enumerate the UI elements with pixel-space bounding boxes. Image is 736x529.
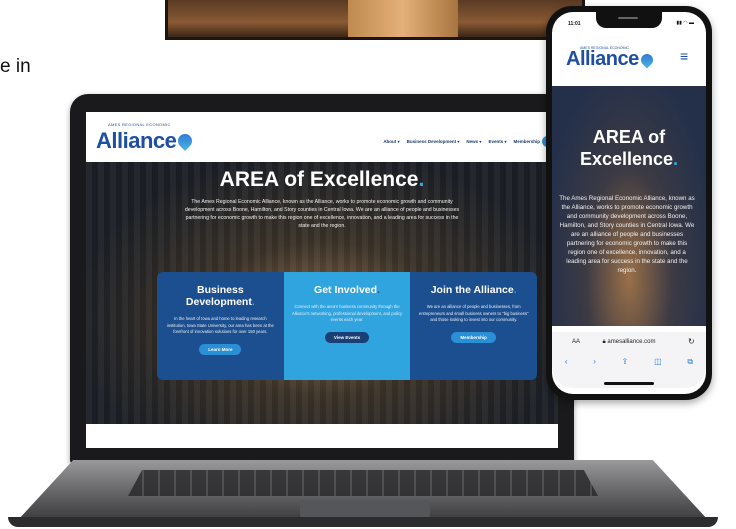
card-title-text: Business Development (185, 284, 252, 308)
hero-title: AREA of Excellence. (86, 168, 558, 192)
phone-notch (596, 12, 662, 28)
learn-more-button[interactable]: Learn More (199, 343, 242, 355)
site-logo[interactable]: Alliance (96, 128, 196, 154)
phone-logo-wordmark: Alliance (566, 48, 639, 70)
site-header: AMES REGIONAL ECONOMIC Alliance About ▾ … (86, 112, 558, 162)
background-photo-wood (348, 0, 458, 37)
phone-hero-body: The Ames Regional Economic Alliance, kno… (559, 195, 695, 274)
nav-item-label: Events (488, 139, 504, 144)
card-title: Join the Alliance. (418, 284, 529, 296)
share-icon[interactable]: ⇪ (622, 357, 629, 367)
nav-item-membership[interactable]: Membership (513, 139, 540, 144)
phone-logo-mark-icon (638, 51, 656, 68)
logo-wordmark: Alliance (96, 128, 177, 153)
hero-body: The Ames Regional Economic Alliance, kno… (184, 199, 460, 229)
device-mockup-scene: e in AMES REGIONAL ECONOMIC Alliance Abo… (0, 0, 736, 529)
phone-hero-title-line2: Excellence. (552, 148, 706, 170)
phone-hero-title: AREA of Excellence. (552, 126, 706, 170)
card-title-text: Get Involved (314, 284, 378, 296)
nav-item-news[interactable]: News ▾ (466, 139, 481, 144)
forward-icon[interactable]: › (593, 357, 596, 367)
membership-button[interactable]: Membership (451, 331, 496, 343)
main-nav: About ▾ Business Development ▾ News ▾ Ev… (383, 139, 540, 144)
home-indicator (604, 382, 654, 385)
nav-item-about[interactable]: About ▾ (383, 139, 399, 144)
address-bar[interactable]: 🔒︎ amesalliance.com (552, 339, 706, 346)
laptop-trackpad (300, 500, 430, 518)
card-body: Connect with the area's business communi… (291, 304, 403, 322)
hamburger-menu-icon[interactable]: ≡ (680, 48, 688, 64)
status-signal-icon: ▮▮ ◠ ▬ (676, 20, 694, 26)
card-get-involved: Get Involved. Connect with the area's bu… (283, 272, 411, 380)
reload-icon[interactable]: ↻ (688, 337, 695, 346)
chevron-down-icon: ▾ (479, 139, 482, 144)
site-footer-strip (86, 424, 558, 448)
logo-mark-icon (175, 131, 196, 151)
nav-item-label: Business Development (406, 139, 457, 144)
browser-toolbar: ‹ › ⇪ ◫ ⧉ (552, 357, 706, 367)
chevron-down-icon: ▾ (504, 139, 507, 144)
feature-cards: Business Development. In the heart of Io… (157, 272, 538, 380)
view-events-button[interactable]: View Events (324, 331, 370, 343)
card-title: Get Involved. (292, 284, 403, 296)
card-title-text: Join the Alliance (430, 284, 514, 296)
card-body: We are an alliance of people and busines… (418, 304, 529, 322)
logo-tagline: AMES REGIONAL ECONOMIC (108, 122, 171, 127)
laptop-keyboard (128, 470, 598, 496)
background-caption: e in (0, 56, 31, 77)
card-title-dot: . (251, 296, 255, 308)
nav-item-business-development[interactable]: Business Development ▾ (407, 139, 460, 144)
nav-item-label: About (383, 139, 397, 144)
phone-hero-title-text: Excellence (579, 149, 674, 169)
background-photo (165, 0, 585, 40)
phone-hero-title-dot: . (673, 149, 679, 169)
card-title-dot: . (513, 284, 517, 296)
url-text: amesalliance.com (607, 339, 656, 345)
phone-speaker (618, 17, 638, 19)
phone-hero-title-line1: AREA of (592, 127, 666, 147)
phone-site-logo[interactable]: Alliance (566, 48, 656, 71)
card-business-development: Business Development. In the heart of Io… (157, 272, 284, 380)
chevron-down-icon: ▾ (457, 139, 460, 144)
nav-item-label: News (466, 139, 479, 144)
nav-item-events[interactable]: Events ▾ (488, 139, 506, 144)
laptop-screen: AMES REGIONAL ECONOMIC Alliance About ▾ … (86, 112, 558, 448)
card-body: In the heart of Iowa and home to leading… (166, 316, 274, 334)
chevron-down-icon: ▾ (397, 139, 400, 144)
bookmarks-icon[interactable]: ◫ (654, 357, 662, 367)
card-join-the-alliance: Join the Alliance. We are an alliance of… (410, 272, 538, 380)
laptop-lip (8, 517, 718, 527)
lock-icon: 🔒︎ (602, 339, 606, 345)
hero-title-dot: . (418, 168, 425, 191)
back-icon[interactable]: ‹ (565, 357, 568, 367)
card-title: Business Development. (165, 284, 276, 308)
card-title-dot: . (377, 284, 380, 296)
tabs-icon[interactable]: ⧉ (687, 357, 693, 367)
status-time: 11:01 (568, 21, 581, 27)
hero-title-text: AREA of Excellence (219, 168, 419, 191)
